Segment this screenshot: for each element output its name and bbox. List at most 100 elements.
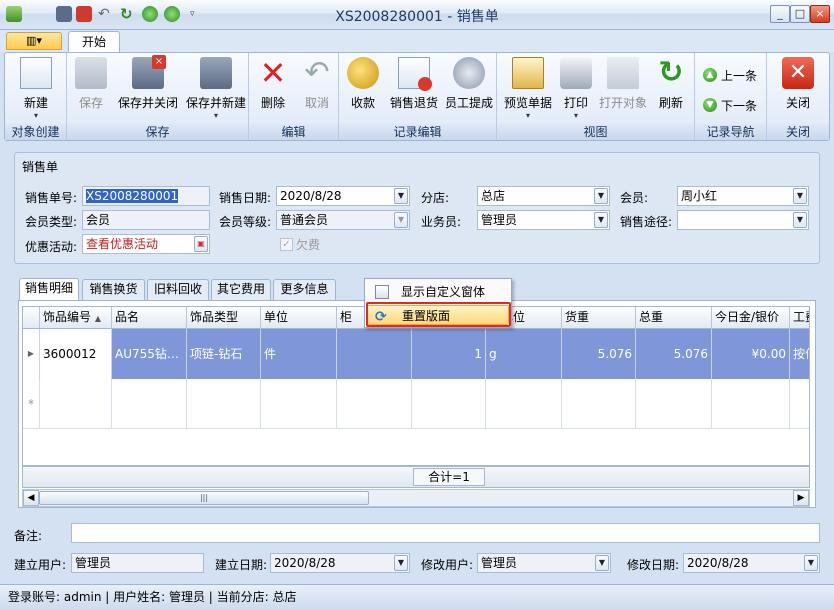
disk-icon — [75, 57, 107, 89]
empty-cell[interactable] — [261, 379, 337, 429]
empty-cell[interactable] — [187, 379, 261, 429]
empty-cell[interactable] — [337, 379, 412, 429]
modified-field[interactable]: 2020/8/28 ▼ — [683, 553, 820, 573]
save-close-button[interactable]: × 保存并关闭 — [115, 55, 181, 121]
member-select[interactable]: 周小红 ▼ — [677, 186, 809, 206]
owed-checkbox[interactable]: ✓ 欠费 — [280, 236, 320, 253]
chevron-down-icon[interactable]: ▼ — [804, 555, 818, 571]
scroll-left-icon[interactable]: ◀ — [23, 490, 39, 506]
commission-button[interactable]: 员工提成 — [443, 57, 495, 121]
chevron-down-icon[interactable]: ▼ — [594, 188, 608, 204]
empty-cell[interactable] — [712, 379, 790, 429]
column-header[interactable]: 货重 — [562, 307, 636, 329]
order-no-label: 销售单号: — [25, 191, 78, 205]
printer-icon — [560, 57, 592, 89]
chevron-down-icon[interactable]: ▼ — [595, 555, 609, 571]
cancel-button[interactable]: ↶ 取消 — [297, 57, 337, 121]
column-header[interactable]: 单位 — [261, 307, 337, 329]
empty-cell[interactable] — [636, 379, 712, 429]
application-menu-button[interactable]: ▥▾ — [6, 32, 62, 50]
next-record-button[interactable]: ▼ 下一条 — [703, 95, 757, 115]
window-title: XS2008280001 - 销售单 — [335, 9, 499, 25]
remark-field[interactable] — [71, 523, 820, 543]
scroll-right-icon[interactable]: ▶ — [793, 490, 809, 506]
sum-cell: 合计=1 — [413, 468, 485, 486]
column-header[interactable]: 今日金/银价 — [712, 307, 790, 329]
preview-button[interactable]: 预览单据 ▾ — [501, 57, 555, 121]
tab-recycle[interactable]: 旧料回收 — [147, 279, 209, 300]
tab-start[interactable]: 开始 — [68, 31, 120, 53]
table-cell[interactable]: g — [486, 329, 562, 379]
refresh-button[interactable]: ↻ 刷新 — [651, 57, 691, 121]
chevron-down-icon[interactable]: ▼ — [793, 188, 807, 204]
save-button[interactable]: 保存 — [71, 57, 111, 121]
chevron-down-icon[interactable]: ▼ — [394, 555, 408, 571]
table-cell[interactable]: 件 — [261, 329, 337, 379]
menu-item-show-custom-form[interactable]: 显示自定义窗体 — [367, 282, 509, 302]
horizontal-scrollbar[interactable]: ◀ ||| ▶ — [22, 489, 810, 507]
checkbox-icon: ✓ — [280, 238, 293, 251]
date-field[interactable]: 2020/8/28 ▼ — [276, 186, 410, 206]
close-button[interactable]: ✕ 关闭 — [777, 57, 819, 121]
branch-label: 分店: — [421, 191, 450, 205]
empty-cell[interactable] — [562, 379, 636, 429]
order-no-field[interactable]: XS2008280001 — [82, 186, 210, 206]
sales-detail-grid[interactable]: 饰品编号 ▲ 品名 饰品类型 单位 柜 重单位 货重 总重 今日金/银价 工费 … — [22, 306, 810, 466]
print-button[interactable]: 打印 ▾ — [557, 57, 595, 121]
table-cell[interactable]: 按件 — [790, 329, 809, 379]
table-cell[interactable]: ¥0.00 — [712, 329, 790, 379]
branch-select[interactable]: 总店 ▼ — [477, 186, 610, 206]
channel-select[interactable]: ▼ — [677, 210, 809, 230]
member-level-select[interactable]: 普通会员 ▼ — [276, 210, 410, 230]
prev-record-button[interactable]: ▲ 上一条 — [703, 65, 757, 85]
open-object-button[interactable]: 打开对象 — [597, 57, 649, 121]
table-cell[interactable]: 1 — [412, 329, 486, 379]
empty-cell[interactable] — [486, 379, 562, 429]
salesman-select[interactable]: 管理员 ▼ — [477, 210, 610, 230]
gift-icon[interactable]: ▣ — [194, 236, 208, 252]
empty-cell[interactable] — [790, 379, 809, 429]
delete-button[interactable]: ✕ 删除 — [253, 57, 293, 121]
tab-more-info[interactable]: 更多信息 — [273, 279, 336, 300]
column-header[interactable]: 工费 — [790, 307, 809, 329]
table-cell[interactable]: 5.076 — [562, 329, 636, 379]
save-new-button[interactable]: 保存并新建 ▾ — [185, 57, 247, 121]
group-label: 记录编辑 — [339, 124, 496, 140]
tab-other-fees[interactable]: 其它费用 — [211, 279, 271, 300]
creator-field[interactable]: 管理员 — [71, 553, 204, 573]
column-header[interactable]: 饰品类型 — [187, 307, 261, 329]
group-label: 记录导航 — [695, 124, 766, 140]
sales-return-button[interactable]: 销售退货 — [387, 57, 441, 121]
chevron-down-icon[interactable]: ▼ — [594, 212, 608, 228]
table-cell[interactable]: 5.076 — [636, 329, 712, 379]
table-icon — [607, 57, 639, 89]
chevron-down-icon[interactable]: ▼ — [394, 188, 408, 204]
tab-sales-detail[interactable]: 销售明细 — [19, 278, 79, 300]
created-field[interactable]: 2020/8/28 ▼ — [270, 553, 410, 573]
row-indicator-header — [23, 307, 40, 329]
empty-cell[interactable] — [40, 379, 112, 429]
chevron-down-icon[interactable]: ▼ — [793, 212, 807, 228]
empty-cell[interactable] — [412, 379, 486, 429]
minimize-button[interactable]: _ — [770, 5, 790, 23]
maximize-button[interactable]: □ — [790, 5, 810, 23]
row-indicator[interactable]: ▶ — [23, 329, 40, 379]
table-cell[interactable]: 项链-钻石 — [187, 329, 261, 379]
table-cell[interactable]: 3600012 — [40, 329, 112, 379]
modifier-field[interactable]: 管理员 ▼ — [477, 553, 611, 573]
empty-cell[interactable] — [112, 379, 187, 429]
promo-field[interactable]: 查看优惠活动 ▣ — [82, 234, 210, 254]
group-object-create: 新建 ▾ 对象创建 — [5, 53, 67, 140]
new-button[interactable]: 新建 ▾ — [9, 57, 63, 121]
close-window-button[interactable]: × — [810, 5, 830, 23]
scroll-thumb[interactable]: ||| — [39, 491, 369, 505]
table-cell[interactable] — [337, 329, 412, 379]
column-header[interactable]: 总重 — [636, 307, 712, 329]
column-header[interactable]: 品名 — [112, 307, 187, 329]
receive-payment-button[interactable]: 收款 — [343, 57, 383, 121]
tab-exchange[interactable]: 销售换货 — [82, 279, 145, 300]
member-type-field[interactable]: 会员 — [82, 210, 210, 230]
created-label: 建立日期: — [215, 558, 268, 572]
table-cell[interactable]: AU755钻… — [112, 329, 187, 379]
column-header[interactable]: 饰品编号 ▲ — [40, 307, 112, 329]
